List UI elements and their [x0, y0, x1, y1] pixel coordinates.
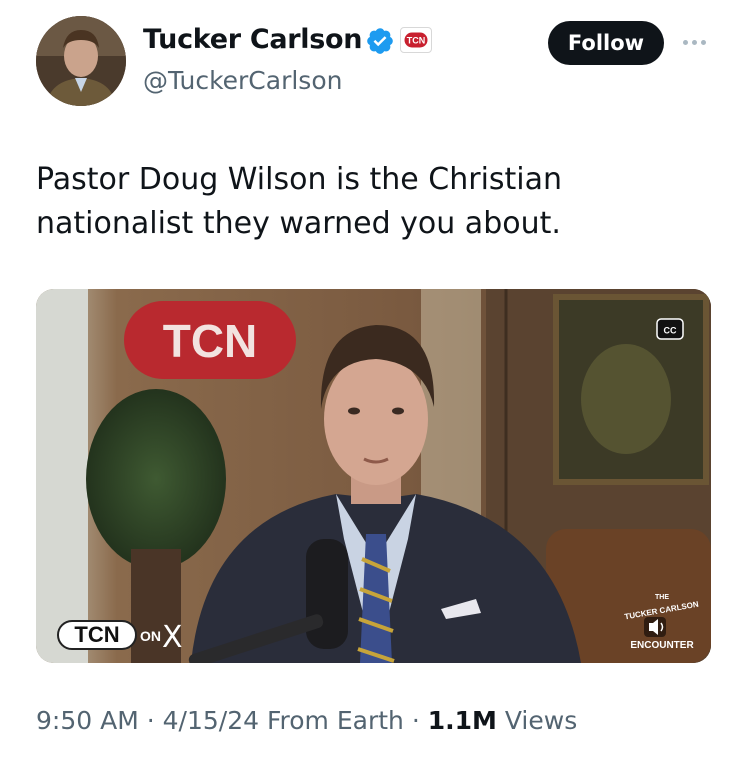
avatar[interactable] — [36, 16, 126, 106]
display-name[interactable]: Tucker Carlson — [143, 24, 362, 55]
views-count[interactable]: 1.1M — [428, 706, 497, 735]
watermark-on: ON — [140, 628, 161, 644]
follow-button[interactable]: Follow — [548, 21, 664, 65]
tweet-meta: 9:50 AM · 4/15/24 From Earth · 1.1M View… — [36, 706, 577, 735]
tweet-source: From Earth — [266, 706, 404, 735]
watermark-tcn: TCN — [74, 622, 119, 647]
tweet-date[interactable]: 4/15/24 — [163, 706, 259, 735]
tcn-logo-icon: TCN — [404, 32, 428, 48]
meta-separator: · — [146, 706, 155, 735]
watermark-x: X — [162, 620, 183, 655]
video-frame: TCN CC TCN ON X THE TUCKER CARLSON ENCOU… — [36, 289, 711, 663]
video-player[interactable]: TCN CC TCN ON X THE TUCKER CARLSON ENCOU… — [36, 289, 711, 663]
more-horizontal-icon[interactable] — [683, 36, 713, 48]
svg-text:TCN: TCN — [407, 36, 426, 46]
affiliate-badge[interactable]: TCN — [400, 27, 432, 53]
wall-sign-text: TCN — [163, 315, 258, 367]
tweet-text: Pastor Doug Wilson is the Christian nati… — [36, 162, 563, 241]
svg-text:ENCOUNTER: ENCOUNTER — [630, 640, 694, 651]
views-label: Views — [504, 706, 578, 735]
handle[interactable]: @TuckerCarlson — [143, 66, 342, 95]
meta-separator: · — [411, 706, 420, 735]
volume-icon[interactable] — [644, 617, 666, 637]
avatar-image — [36, 16, 126, 106]
verified-badge-icon — [365, 26, 395, 56]
cc-label: CC — [664, 326, 677, 336]
tweet-time[interactable]: 9:50 AM — [36, 706, 139, 735]
svg-text:THE: THE — [655, 594, 669, 601]
